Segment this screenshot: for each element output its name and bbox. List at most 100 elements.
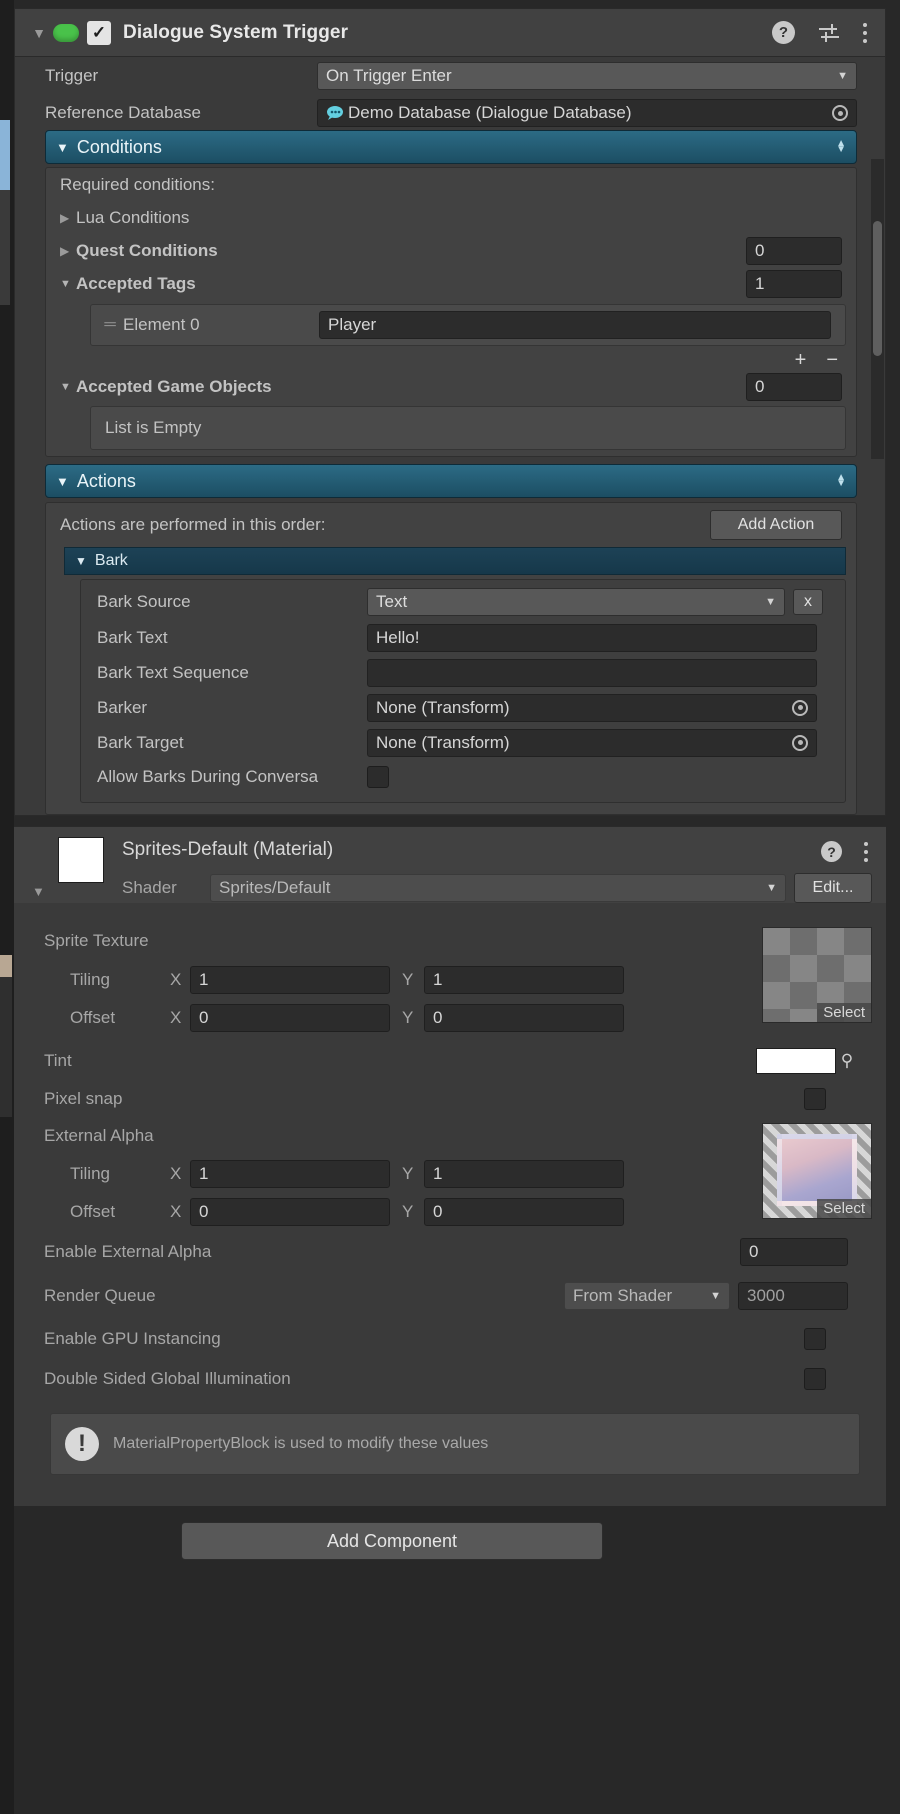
alpha-tiling-x-input[interactable]: 1 bbox=[190, 1160, 390, 1188]
tint-row: Tint ⚲ bbox=[28, 1041, 872, 1081]
barker-objectfield[interactable]: None (Transform) bbox=[367, 693, 817, 722]
actions-section-header[interactable]: ▼ Actions ▲ ▼ bbox=[45, 464, 857, 498]
component-script-icon bbox=[53, 23, 79, 42]
actions-foldout-icon: ▼ bbox=[56, 473, 69, 489]
external-alpha-select-button[interactable]: Select bbox=[817, 1199, 871, 1218]
material-kebab-menu-icon[interactable] bbox=[864, 841, 868, 862]
help-icon[interactable]: ? bbox=[772, 21, 795, 44]
shader-edit-button[interactable]: Edit... bbox=[794, 873, 872, 903]
sprite-texture-label: Sprite Texture bbox=[44, 931, 149, 950]
bark-text-label: Bark Text bbox=[97, 627, 168, 647]
sprite-offset-x-input[interactable]: 0 bbox=[190, 1004, 390, 1032]
preset-sliders-icon[interactable] bbox=[817, 23, 841, 43]
trigger-row: Trigger On Trigger Enter ▼ bbox=[15, 57, 885, 95]
conditions-section-header[interactable]: ▼ Conditions ▲ ▼ bbox=[45, 130, 857, 164]
bark-text-sequence-input[interactable] bbox=[367, 658, 817, 687]
shader-dropdown[interactable]: Sprites/Default ▼ bbox=[210, 874, 786, 902]
accepted-game-objects-foldout-icon[interactable]: ▼ bbox=[60, 381, 76, 393]
bark-target-objectfield[interactable]: None (Transform) bbox=[367, 728, 817, 757]
kebab-menu-icon[interactable] bbox=[863, 22, 867, 43]
material-help-icon[interactable]: ? bbox=[821, 841, 842, 862]
alpha-tiling-y-input[interactable]: 1 bbox=[424, 1160, 624, 1188]
chevron-down-icon: ▼ bbox=[837, 70, 848, 82]
material-properties: Sprite Texture Tiling X 1 Y 1 Offset X 0… bbox=[14, 903, 886, 1475]
accepted-tags-row[interactable]: ▼ Accepted Tags 1 bbox=[46, 267, 856, 300]
object-picker-icon[interactable] bbox=[832, 105, 848, 121]
lua-conditions-row[interactable]: ▶ Lua Conditions bbox=[46, 202, 856, 234]
dialogue-system-trigger-component: ▼ ✓ Dialogue System Trigger ? Trigger On… bbox=[14, 8, 886, 816]
scrollbar-thumb[interactable] bbox=[873, 221, 882, 356]
bark-target-value: None (Transform) bbox=[376, 732, 510, 752]
reorder-handle-icon[interactable]: ▲ ▼ bbox=[836, 139, 846, 155]
sprite-tiling-y-input[interactable]: 1 bbox=[424, 966, 624, 994]
actions-order-note: Actions are performed in this order: bbox=[60, 515, 326, 534]
accepted-tags-count[interactable]: 1 bbox=[746, 269, 842, 298]
accepted-tags-foldout-icon[interactable]: ▼ bbox=[60, 278, 76, 290]
alpha-offset-y-input[interactable]: 0 bbox=[424, 1198, 624, 1226]
allow-barks-label: Allow Barks During Conversa bbox=[97, 767, 319, 786]
bark-action-header[interactable]: ▼ Bark bbox=[64, 547, 846, 575]
bark-text-sequence-row: Bark Text Sequence bbox=[81, 655, 845, 690]
accepted-game-objects-count[interactable]: 0 bbox=[746, 373, 842, 401]
bark-text-row: Bark Text Hello! bbox=[81, 620, 845, 655]
alpha-offset-x-input[interactable]: 0 bbox=[190, 1198, 390, 1226]
component-header[interactable]: ▼ ✓ Dialogue System Trigger ? bbox=[15, 9, 885, 57]
component-header-icons: ? bbox=[772, 21, 871, 44]
enable-external-alpha-input[interactable]: 0 bbox=[740, 1238, 848, 1266]
rail-accent-secondary bbox=[0, 190, 10, 305]
sprite-texture-select-button[interactable]: Select bbox=[817, 1003, 871, 1022]
reference-database-objectfield[interactable]: Demo Database (Dialogue Database) bbox=[317, 99, 857, 127]
object-picker-icon[interactable] bbox=[792, 699, 808, 716]
add-tag-button[interactable]: + bbox=[795, 349, 807, 372]
conditions-scrollbar[interactable] bbox=[871, 159, 884, 459]
sprite-texture-thumbnail[interactable]: Select bbox=[762, 927, 872, 1023]
element-value-input[interactable]: Player bbox=[319, 311, 831, 339]
render-queue-dropdown[interactable]: From Shader ▼ bbox=[564, 1282, 730, 1310]
actions-reorder-handle-icon[interactable]: ▲ ▼ bbox=[836, 473, 846, 489]
lua-conditions-foldout-icon[interactable]: ▶ bbox=[60, 211, 76, 225]
tint-color-swatch[interactable] bbox=[756, 1048, 836, 1074]
allow-barks-checkbox[interactable] bbox=[367, 766, 389, 788]
bark-text-sequence-label: Bark Text Sequence bbox=[97, 662, 249, 682]
accepted-game-objects-row[interactable]: ▼ Accepted Game Objects 0 bbox=[46, 372, 856, 402]
add-action-button[interactable]: Add Action bbox=[710, 510, 842, 540]
bark-remove-button[interactable]: x bbox=[793, 589, 823, 615]
object-picker-icon[interactable] bbox=[792, 734, 808, 751]
external-alpha-label: External Alpha bbox=[44, 1126, 154, 1145]
gpu-instancing-checkbox[interactable] bbox=[804, 1328, 826, 1350]
trigger-dropdown[interactable]: On Trigger Enter ▼ bbox=[317, 62, 857, 90]
pixel-snap-checkbox[interactable] bbox=[804, 1088, 826, 1110]
accepted-tags-list-footer: + − bbox=[46, 348, 856, 372]
add-component-button[interactable]: Add Component bbox=[181, 1522, 603, 1560]
bark-action-body: Bark Source Text ▼ x Bark Text Hello! Ba… bbox=[80, 579, 846, 803]
eyedropper-icon[interactable]: ⚲ bbox=[836, 1051, 858, 1071]
shader-value: Sprites/Default bbox=[219, 878, 331, 897]
component-enabled-checkbox[interactable]: ✓ bbox=[87, 20, 111, 45]
remove-tag-button[interactable]: − bbox=[826, 349, 838, 372]
bark-source-dropdown[interactable]: Text ▼ bbox=[367, 588, 785, 616]
material-foldout-icon[interactable]: ▼ bbox=[32, 884, 45, 899]
external-alpha-thumbnail[interactable]: Select bbox=[762, 1123, 872, 1219]
accepted-game-objects-list: List is Empty bbox=[90, 406, 846, 450]
pixel-snap-row: Pixel snap bbox=[28, 1081, 872, 1117]
axis-y-label: Y bbox=[402, 1202, 414, 1221]
warning-icon: ! bbox=[65, 1427, 99, 1461]
alpha-offset-row: Offset X 0 Y 0 bbox=[28, 1193, 754, 1231]
sprite-offset-y-input[interactable]: 0 bbox=[424, 1004, 624, 1032]
axis-y-label: Y bbox=[402, 1008, 414, 1027]
material-title: Sprites-Default (Material) bbox=[122, 839, 334, 860]
double-sided-gi-checkbox[interactable] bbox=[804, 1368, 826, 1390]
allow-barks-row: Allow Barks During Conversa bbox=[81, 760, 845, 794]
render-queue-mode: From Shader bbox=[573, 1286, 673, 1305]
drag-handle-icon[interactable]: ═ bbox=[97, 316, 123, 334]
bark-text-input[interactable]: Hello! bbox=[367, 623, 817, 652]
sprite-tiling-x-input[interactable]: 1 bbox=[190, 966, 390, 994]
bark-target-row: Bark Target None (Transform) bbox=[81, 725, 845, 760]
render-queue-value[interactable]: 3000 bbox=[738, 1282, 848, 1310]
component-foldout-icon[interactable]: ▼ bbox=[29, 23, 49, 43]
quest-conditions-count[interactable]: 0 bbox=[746, 236, 842, 265]
quest-conditions-foldout-icon[interactable]: ▶ bbox=[60, 244, 76, 258]
sprite-offset-row: Offset X 0 Y 0 bbox=[28, 999, 754, 1037]
quest-conditions-row[interactable]: ▶ Quest Conditions 0 bbox=[46, 234, 856, 267]
reference-database-value: Demo Database (Dialogue Database) bbox=[348, 103, 632, 122]
